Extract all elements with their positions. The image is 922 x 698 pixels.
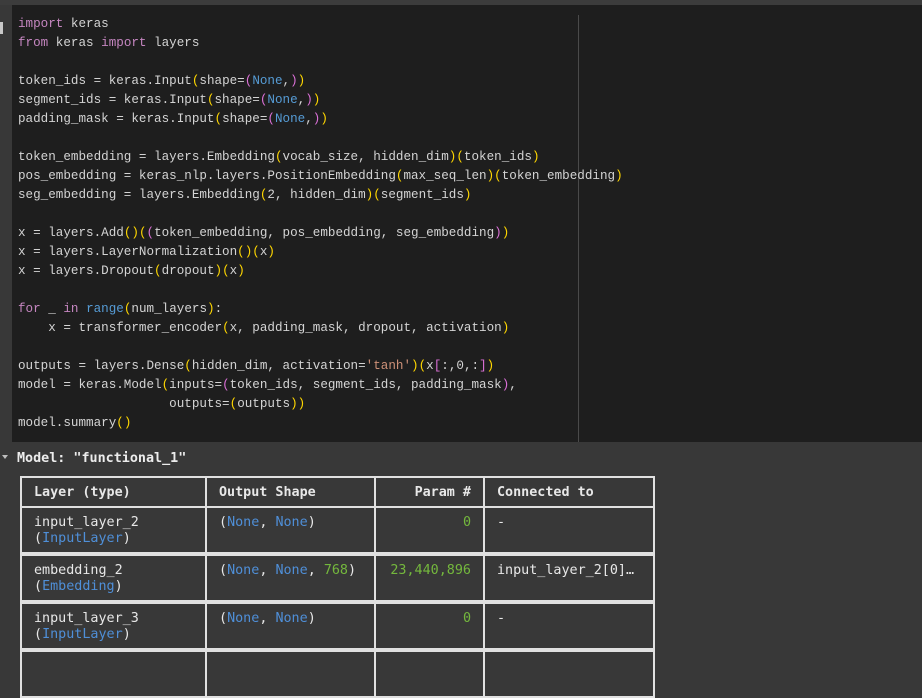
code-line[interactable]: ​ (18, 53, 623, 72)
cell-output: Model: "functional_1" Layer (type) Outpu… (0, 442, 922, 698)
code-line[interactable]: padding_mask = keras.Input(shape=(None,)… (18, 110, 623, 129)
table-row-connected: - (483, 602, 655, 650)
code-line[interactable]: ​ (18, 129, 623, 148)
shape-dim: None (275, 611, 308, 626)
code-line[interactable]: seg_embedding = layers.Embedding(2, hidd… (18, 186, 623, 205)
table-row-shape: (None, None) (205, 602, 376, 650)
table-row-connected: - (483, 506, 655, 554)
table-row-params: 0 (374, 506, 485, 554)
layer-name: input_layer_3 (34, 611, 139, 626)
shape-dim: None (227, 515, 260, 530)
code-line[interactable]: for _ in range(num_layers): (18, 300, 623, 319)
table-row-connected (483, 650, 655, 698)
header-connected-to: Connected to (483, 476, 655, 508)
table-row-params: 23,440,896 (374, 554, 485, 602)
header-output-shape: Output Shape (205, 476, 376, 508)
code-line[interactable]: token_embedding = layers.Embedding(vocab… (18, 148, 623, 167)
model-title: Model: "functional_1" (17, 451, 187, 466)
shape-dim: None (227, 563, 260, 578)
code-line[interactable]: ​ (18, 338, 623, 357)
code-line[interactable]: model.summary() (18, 414, 623, 433)
collapse-output-icon[interactable] (2, 455, 8, 459)
code-block[interactable]: import kerasfrom keras import layers​tok… (18, 15, 623, 433)
shape-dim: None (275, 515, 308, 530)
param-count: 0 (462, 515, 471, 530)
shape-dim: None (275, 563, 308, 578)
code-line[interactable]: outputs=(outputs)) (18, 395, 623, 414)
code-line[interactable]: x = transformer_encoder(x, padding_mask,… (18, 319, 623, 338)
table-row-shape: (None, None) (205, 506, 376, 554)
table-row-layer (20, 650, 207, 698)
table-row-params (374, 650, 485, 698)
code-editor[interactable]: import kerasfrom keras import layers​tok… (12, 5, 922, 442)
layer-name: input_layer_2 (34, 515, 139, 530)
header-layer-type: Layer (type) (20, 476, 207, 508)
code-line[interactable]: outputs = layers.Dense(hidden_dim, activ… (18, 357, 623, 376)
layer-name: embedding_2 (34, 563, 123, 578)
table-row-shape (205, 650, 376, 698)
table-row-layer: input_layer_2 (InputLayer) (20, 506, 207, 554)
param-count: 0 (462, 611, 471, 626)
code-line[interactable]: import keras (18, 15, 623, 34)
param-count: 23,440,896 (390, 563, 471, 578)
code-line[interactable]: ​ (18, 281, 623, 300)
code-line[interactable]: model = keras.Model(inputs=(token_ids, s… (18, 376, 623, 395)
table-row-layer: input_layer_3 (InputLayer) (20, 602, 207, 650)
layer-type: InputLayer (42, 627, 123, 642)
code-line[interactable]: x = layers.LayerNormalization()(x) (18, 243, 623, 262)
code-line[interactable]: ​ (18, 205, 623, 224)
cell-run-indicator[interactable] (0, 22, 3, 34)
header-param-count: Param # (374, 476, 485, 508)
table-row-params: 0 (374, 602, 485, 650)
code-line[interactable]: segment_ids = keras.Input(shape=(None,)) (18, 91, 623, 110)
layer-type: InputLayer (42, 531, 123, 546)
shape-dim: 768 (323, 563, 348, 578)
table-row-layer: embedding_2 (Embedding) (20, 554, 207, 602)
code-line[interactable]: token_ids = keras.Input(shape=(None,)) (18, 72, 623, 91)
layer-type: Embedding (42, 579, 115, 594)
code-line[interactable]: from keras import layers (18, 34, 623, 53)
table-row-connected: input_layer_2[0]… (483, 554, 655, 602)
shape-dim: None (227, 611, 260, 626)
cell-gutter[interactable] (0, 5, 12, 442)
table-row-shape: (None, None, 768) (205, 554, 376, 602)
code-line[interactable]: pos_embedding = keras_nlp.layers.Positio… (18, 167, 623, 186)
code-line[interactable]: x = layers.Add()((token_embedding, pos_e… (18, 224, 623, 243)
code-line[interactable]: x = layers.Dropout(dropout)(x) (18, 262, 623, 281)
